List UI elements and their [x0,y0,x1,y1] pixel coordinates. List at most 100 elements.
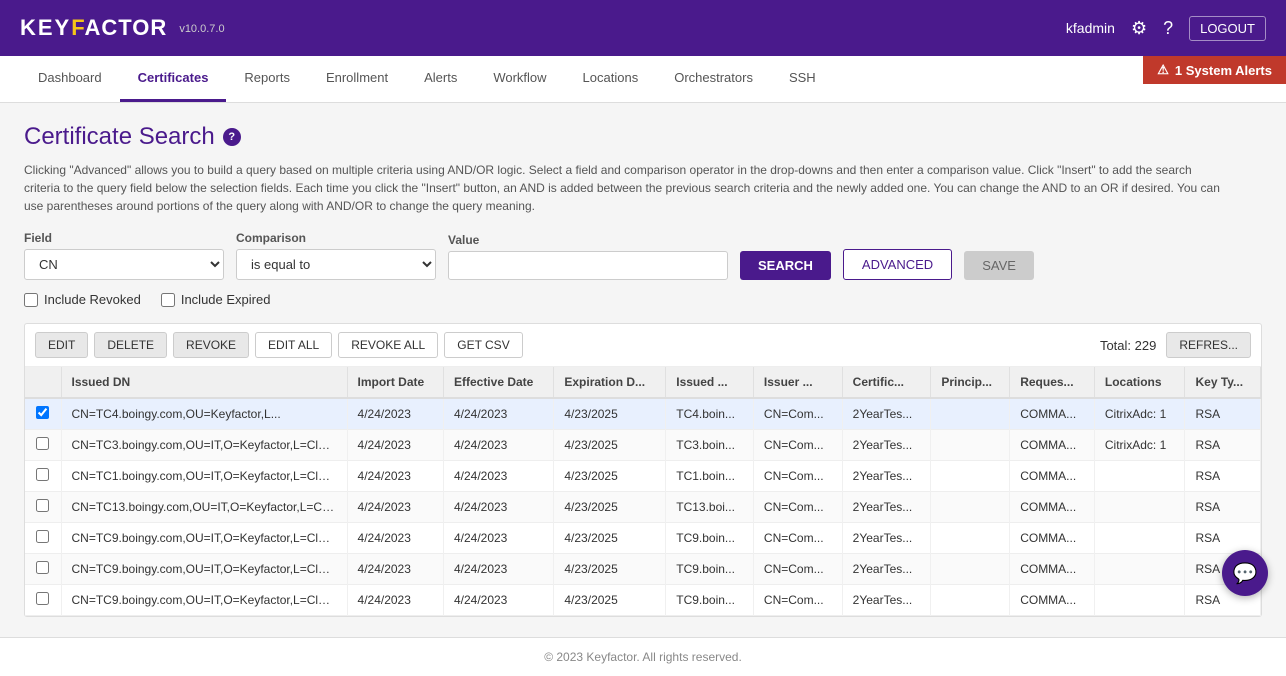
row-key-type: RSA [1185,523,1261,554]
row-certific: 2YearTes... [842,554,931,585]
row-reques: COMMA... [1010,554,1095,585]
row-checkbox[interactable] [25,585,61,616]
row-import-date: 4/24/2023 [347,461,443,492]
include-revoked-checkbox[interactable] [24,293,38,307]
refresh-button[interactable]: REFRES... [1166,332,1251,358]
row-issued: TC9.boin... [666,585,754,616]
table-toolbar-right: Total: 229 REFRES... [1100,332,1251,358]
row-checkbox[interactable] [25,461,61,492]
table-row[interactable]: CN=TC9.boingy.com,OU=IT,O=Keyfactor,L=Cl… [25,585,1261,616]
search-button[interactable]: SEARCH [740,251,831,280]
table-row[interactable]: CN=TC13.boingy.com,OU=IT,O=Keyfactor,L=C… [25,492,1261,523]
row-locations: CitrixAdc: 1 [1094,430,1185,461]
field-select[interactable]: CN Subject Thumbprint Serial Number [24,249,224,280]
table-row[interactable]: CN=TC9.boingy.com,OU=IT,O=Keyfactor,L=Cl… [25,554,1261,585]
row-reques: COMMA... [1010,492,1095,523]
chat-bubble[interactable]: 💬 [1222,550,1268,596]
include-revoked-label[interactable]: Include Revoked [24,292,141,307]
nav-item-locations[interactable]: Locations [565,56,657,102]
row-key-type: RSA [1185,430,1261,461]
col-certific[interactable]: Certific... [842,367,931,398]
col-princip[interactable]: Princip... [931,367,1010,398]
row-issuer: CN=Com... [753,585,842,616]
row-checkbox[interactable] [25,398,61,430]
help-icon[interactable]: ? [1163,18,1173,39]
row-checkbox[interactable] [25,430,61,461]
advanced-button[interactable]: ADVANCED [843,249,952,280]
col-reques[interactable]: Reques... [1010,367,1095,398]
row-locations [1094,523,1185,554]
row-princip [931,430,1010,461]
row-expiration-date: 4/23/2025 [554,554,666,585]
row-expiration-date: 4/23/2025 [554,398,666,430]
table-toolbar: EDIT DELETE REVOKE EDIT ALL REVOKE ALL G… [25,324,1261,367]
delete-button[interactable]: DELETE [94,332,167,358]
revoke-button[interactable]: REVOKE [173,332,249,358]
col-issued[interactable]: Issued ... [666,367,754,398]
revoke-all-button[interactable]: REVOKE ALL [338,332,438,358]
row-reques: COMMA... [1010,398,1095,430]
logout-button[interactable]: LOGOUT [1189,16,1266,41]
nav-item-reports[interactable]: Reports [226,56,308,102]
col-expiration-date[interactable]: Expiration D... [554,367,666,398]
system-alert-banner[interactable]: ⚠ 1 System Alerts [1143,56,1286,84]
page-title: Certificate Search [24,123,215,151]
edit-button[interactable]: EDIT [35,332,88,358]
table-row[interactable]: CN=TC3.boingy.com,OU=IT,O=Keyfactor,L=Cl… [25,430,1261,461]
value-input[interactable] [448,251,728,280]
row-effective-date: 4/24/2023 [443,492,553,523]
include-expired-label[interactable]: Include Expired [161,292,271,307]
row-effective-date: 4/24/2023 [443,523,553,554]
row-expiration-date: 4/23/2025 [554,492,666,523]
row-issued-dn: CN=TC9.boingy.com,OU=IT,O=Keyfactor,L=Cl… [61,523,347,554]
row-import-date: 4/24/2023 [347,585,443,616]
nav-item-orchestrators[interactable]: Orchestrators [656,56,771,102]
col-locations[interactable]: Locations [1094,367,1185,398]
row-princip [931,492,1010,523]
row-certific: 2YearTes... [842,523,931,554]
chat-icon: 💬 [1233,561,1258,586]
page-help-icon[interactable]: ? [223,128,241,146]
field-label: Field [24,231,224,245]
search-form: Field CN Subject Thumbprint Serial Numbe… [24,231,1262,280]
row-effective-date: 4/24/2023 [443,461,553,492]
settings-icon[interactable]: ⚙ [1131,18,1147,39]
nav-item-dashboard[interactable]: Dashboard [20,56,120,102]
row-expiration-date: 4/23/2025 [554,523,666,554]
row-expiration-date: 4/23/2025 [554,430,666,461]
nav-item-enrollment[interactable]: Enrollment [308,56,406,102]
nav-item-ssh[interactable]: SSH [771,56,834,102]
edit-all-button[interactable]: EDIT ALL [255,332,332,358]
nav-item-workflow[interactable]: Workflow [475,56,564,102]
col-effective-date[interactable]: Effective Date [443,367,553,398]
comparison-label: Comparison [236,231,436,245]
row-issued-dn: CN=TC9.boingy.com,OU=IT,O=Keyfactor,L=Cl… [61,585,347,616]
col-issued-dn[interactable]: Issued DN [61,367,347,398]
col-import-date[interactable]: Import Date [347,367,443,398]
col-issuer[interactable]: Issuer ... [753,367,842,398]
total-count: Total: 229 [1100,338,1156,353]
row-issuer: CN=Com... [753,523,842,554]
row-checkbox[interactable] [25,554,61,585]
include-expired-checkbox[interactable] [161,293,175,307]
row-issued-dn: CN=TC4.boingy.com,OU=Keyfactor,L... [61,398,347,430]
row-princip [931,585,1010,616]
get-csv-button[interactable]: GET CSV [444,332,522,358]
table-row[interactable]: CN=TC4.boingy.com,OU=Keyfactor,L...4/24/… [25,398,1261,430]
row-issuer: CN=Com... [753,461,842,492]
col-key-type[interactable]: Key Ty... [1185,367,1261,398]
table-row[interactable]: CN=TC9.boingy.com,OU=IT,O=Keyfactor,L=Cl… [25,523,1261,554]
nav-item-alerts[interactable]: Alerts [406,56,475,102]
save-button[interactable]: SAVE [964,251,1034,280]
row-issued-dn: CN=TC13.boingy.com,OU=IT,O=Keyfactor,L=C… [61,492,347,523]
row-checkbox[interactable] [25,523,61,554]
row-import-date: 4/24/2023 [347,523,443,554]
table-row[interactable]: CN=TC1.boingy.com,OU=IT,O=Keyfactor,L=Cl… [25,461,1261,492]
alert-label: 1 System Alerts [1175,63,1272,78]
comparison-select[interactable]: is equal to contains starts with ends wi… [236,249,436,280]
row-checkbox[interactable] [25,492,61,523]
row-issuer: CN=Com... [753,430,842,461]
certificates-table: Issued DN Import Date Effective Date Exp… [25,367,1261,616]
nav-item-certificates[interactable]: Certificates [120,56,227,102]
row-effective-date: 4/24/2023 [443,554,553,585]
